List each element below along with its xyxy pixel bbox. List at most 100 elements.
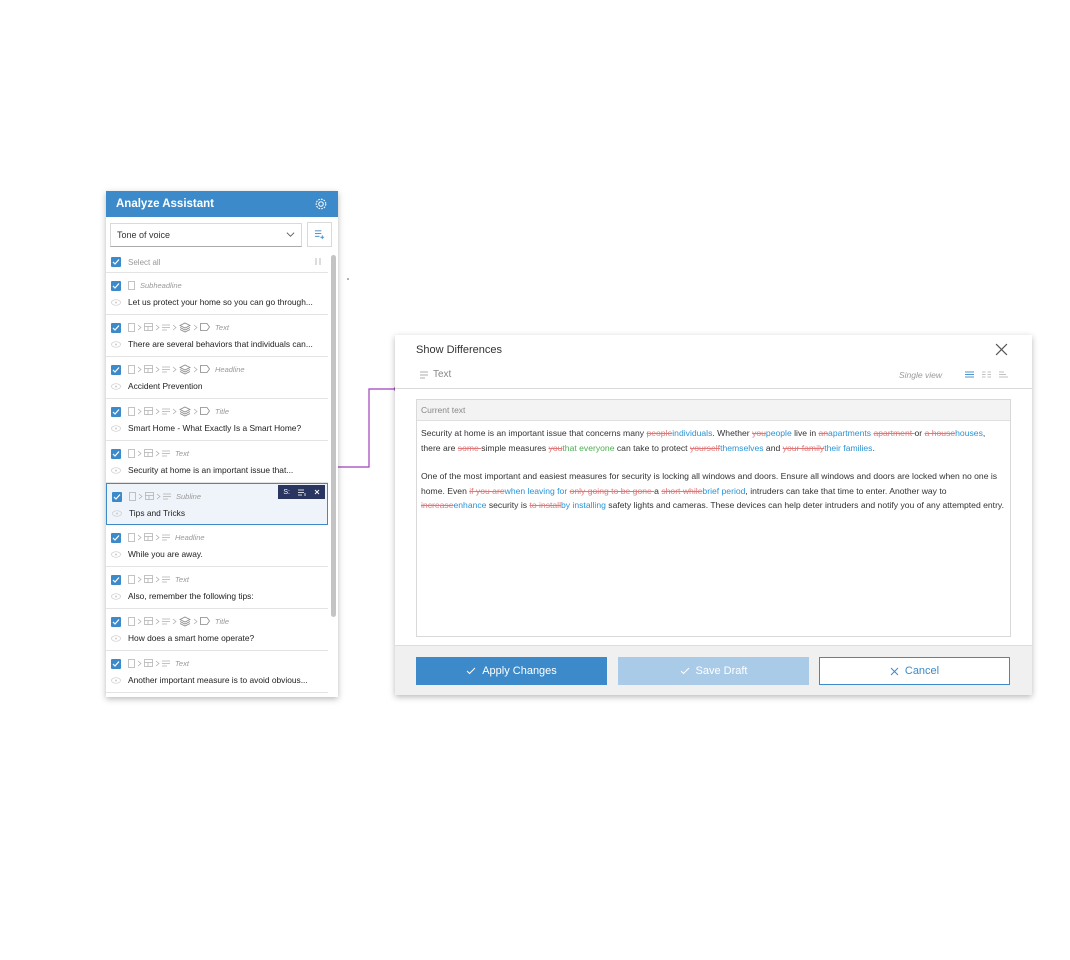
list-item[interactable]: Subline Tips and Tricks S:: [106, 483, 328, 525]
split-view-icon[interactable]: [982, 371, 991, 379]
list-item[interactable]: Text Another important measure is to avoi…: [106, 651, 328, 693]
document-icon: [128, 448, 135, 458]
close-icon[interactable]: [995, 343, 1008, 356]
eye-icon[interactable]: [111, 677, 121, 684]
text-lines-icon: [162, 576, 170, 582]
inserted-text: brief period: [702, 485, 746, 496]
unchanged-text: .: [872, 442, 875, 453]
item-path: Text: [128, 573, 189, 585]
item-checkbox[interactable]: [111, 407, 121, 417]
tone-dropdown[interactable]: Tone of voice: [110, 223, 302, 247]
item-path: Text: [128, 657, 189, 669]
item-text: Accident Prevention: [128, 381, 203, 391]
deleted-text: a house: [924, 428, 956, 438]
unchanged-text: . Whether: [712, 428, 753, 438]
close-icon[interactable]: [314, 489, 320, 495]
eye-icon[interactable]: [111, 425, 121, 432]
eye-icon[interactable]: [111, 341, 121, 348]
eye-icon[interactable]: [111, 299, 121, 306]
diff-paragraph-2: One of the most important and easiest me…: [421, 469, 1006, 513]
save-draft-button[interactable]: Save Draft: [618, 657, 809, 685]
eye-icon[interactable]: [111, 635, 121, 642]
list-item[interactable]: Headline While you are away.: [106, 525, 328, 567]
list-item[interactable]: Subheadline Let us protect your home so y…: [106, 273, 328, 315]
item-list: Subheadline Let us protect your home so y…: [106, 273, 328, 693]
list-item[interactable]: Text Security at home is an important iss…: [106, 441, 328, 483]
check-icon: [112, 451, 120, 457]
item-checkbox[interactable]: [111, 575, 121, 585]
list-item[interactable]: Text Also, remember the following tips:: [106, 567, 328, 609]
item-text: Security at home is an important issue t…: [128, 465, 294, 475]
chevron-right-icon: [155, 450, 160, 456]
list-item[interactable]: Text There are several behaviors that ind…: [106, 315, 328, 357]
item-text: While you are away.: [128, 549, 203, 559]
item-checkbox[interactable]: [111, 533, 121, 543]
inline-view-icon[interactable]: [999, 371, 1008, 379]
element-type-label: Text: [433, 369, 452, 380]
chevron-right-icon: [155, 618, 160, 624]
apply-changes-button[interactable]: Apply Changes: [416, 657, 607, 685]
item-type: Title: [215, 406, 230, 416]
unchanged-text: live in: [791, 428, 819, 438]
toolbar-label[interactable]: S:: [283, 489, 290, 496]
tag-icon: [200, 617, 210, 625]
cancel-button[interactable]: Cancel: [819, 657, 1010, 685]
cancel-label: Cancel: [904, 665, 940, 677]
eye-icon[interactable]: [111, 593, 121, 600]
list-item[interactable]: Title How does a smart home operate?: [106, 609, 328, 651]
text-lines-icon: [162, 534, 170, 540]
list-item[interactable]: Headline Accident Prevention: [106, 357, 328, 399]
chevron-right-icon: [193, 618, 198, 624]
text-lines-icon: [162, 366, 170, 372]
select-all-row[interactable]: Select all: [106, 251, 328, 273]
item-checkbox[interactable]: [111, 365, 121, 375]
eye-icon[interactable]: [111, 551, 121, 558]
unchanged-text: or: [914, 428, 925, 438]
select-all-checkbox[interactable]: [111, 257, 121, 267]
add-list-button[interactable]: [307, 222, 332, 247]
sort-icon[interactable]: [314, 257, 322, 266]
eye-icon[interactable]: [111, 467, 121, 474]
chevron-right-icon: [137, 534, 142, 540]
text-lines-icon: [162, 408, 170, 414]
deleted-text: your family: [782, 442, 825, 453]
inserted-text: people: [765, 428, 792, 438]
eye-icon[interactable]: [111, 383, 121, 390]
item-checkbox[interactable]: [111, 617, 121, 627]
item-checkbox[interactable]: [111, 323, 121, 333]
check-icon: [112, 535, 120, 541]
item-checkbox[interactable]: [111, 659, 121, 669]
chevron-right-icon: [137, 324, 142, 330]
list-item[interactable]: Title Smart Home - What Exactly Is a Smar…: [106, 399, 328, 441]
layout-icon: [144, 449, 153, 457]
document-icon: [129, 491, 136, 501]
item-path: Subheadline: [128, 279, 182, 291]
layout-icon: [144, 323, 153, 331]
unchanged-text: , intruders can take that time to enter.…: [745, 485, 947, 496]
diff-text-body[interactable]: Security at home is an important issue t…: [417, 421, 1010, 513]
item-checkbox[interactable]: [111, 449, 121, 459]
document-icon: [128, 406, 135, 416]
deleted-text: you: [548, 442, 563, 453]
item-checkbox[interactable]: [111, 281, 121, 291]
unchanged-text: security is: [486, 500, 530, 510]
list-add-icon[interactable]: [298, 489, 306, 496]
layers-icon: [179, 616, 191, 626]
inserted-text: enhance: [453, 500, 487, 510]
item-type: Title: [215, 616, 230, 626]
unchanged-text: simple measures: [481, 442, 549, 453]
scrollbar[interactable]: [331, 255, 336, 617]
chevron-right-icon: [193, 366, 198, 372]
unchanged-text: can take to protect: [614, 442, 690, 453]
eye-icon[interactable]: [112, 510, 122, 517]
dialog-subheader: Text Single view: [395, 363, 1032, 389]
gear-icon[interactable]: [314, 197, 328, 211]
inserted-text: themselves: [720, 442, 764, 453]
item-checkbox[interactable]: [112, 492, 122, 502]
show-differences-dialog: Show Differences Text Single view Curren…: [395, 335, 1032, 695]
inserted-text: individuals: [672, 428, 713, 438]
chevron-right-icon: [155, 576, 160, 582]
single-view-icon[interactable]: [965, 371, 974, 379]
text-lines-icon: [163, 493, 171, 499]
chevron-down-icon: [286, 232, 295, 237]
